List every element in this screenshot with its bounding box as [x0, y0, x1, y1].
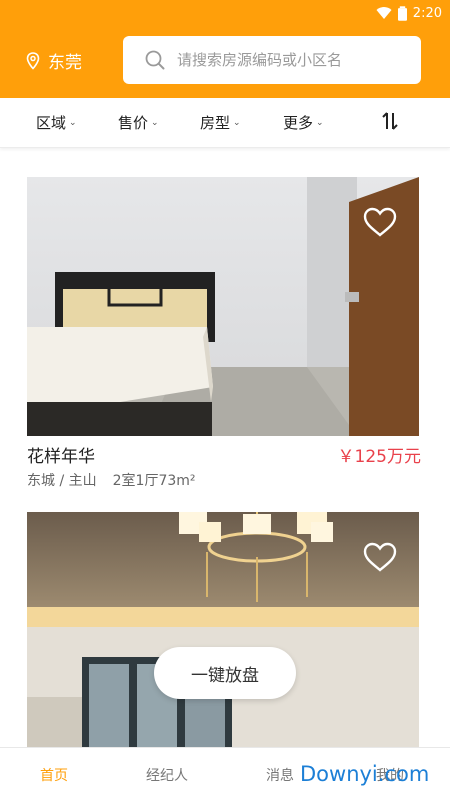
bedroom-photo	[27, 177, 419, 436]
status-time: 2:20	[412, 5, 442, 21]
nav-home[interactable]: 首页	[40, 765, 68, 785]
chevron-down-icon: ⌄	[151, 117, 159, 128]
filter-room-type[interactable]: 房型 ⌄	[200, 112, 241, 133]
battery-icon	[397, 5, 407, 21]
filter-label: 更多	[283, 114, 314, 132]
nav-messages[interactable]: 消息	[266, 765, 294, 785]
search-input[interactable]	[177, 51, 397, 69]
location-pin-icon	[26, 51, 40, 70]
nav-agents[interactable]: 经纪人	[146, 765, 188, 785]
search-icon	[145, 50, 165, 70]
listing-photo[interactable]	[27, 512, 419, 747]
listing-meta: 东城 / 主山 2室1厅73m²	[27, 470, 196, 490]
listing-title: 花样年华	[27, 447, 95, 467]
heart-outline-icon[interactable]	[363, 207, 397, 237]
listing-location: 东城 / 主山	[27, 473, 97, 489]
city-selector[interactable]: 东莞	[26, 48, 82, 73]
listing-photo[interactable]	[27, 177, 419, 436]
listing-layout: 2室1厅73m²	[112, 473, 196, 489]
city-label: 东莞	[48, 53, 82, 73]
filter-more[interactable]: 更多 ⌄	[283, 112, 324, 133]
chevron-down-icon: ⌄	[316, 117, 324, 128]
wifi-icon	[376, 7, 392, 20]
filter-bar: 区域 ⌄ 售价 ⌄ 房型 ⌄ 更多 ⌄	[0, 98, 450, 148]
heart-outline-icon[interactable]	[363, 542, 397, 572]
listing-price: ￥125万元	[337, 447, 421, 467]
search-box[interactable]	[123, 36, 421, 84]
filter-region[interactable]: 区域 ⌄	[36, 112, 77, 133]
filter-price[interactable]: 售价 ⌄	[118, 112, 159, 133]
status-bar: 2:20	[376, 4, 442, 22]
chevron-down-icon: ⌄	[69, 117, 77, 128]
app-header: 2:20 东莞	[0, 0, 450, 98]
watermark-text: Downyi.com	[300, 762, 430, 786]
chevron-down-icon: ⌄	[233, 117, 241, 128]
filter-label: 售价	[118, 114, 149, 132]
filter-label: 房型	[200, 114, 231, 132]
sort-arrows-icon[interactable]	[380, 110, 400, 132]
living-room-photo	[27, 512, 419, 747]
filter-label: 区域	[36, 114, 67, 132]
quick-publish-button[interactable]: 一键放盘	[154, 647, 296, 699]
